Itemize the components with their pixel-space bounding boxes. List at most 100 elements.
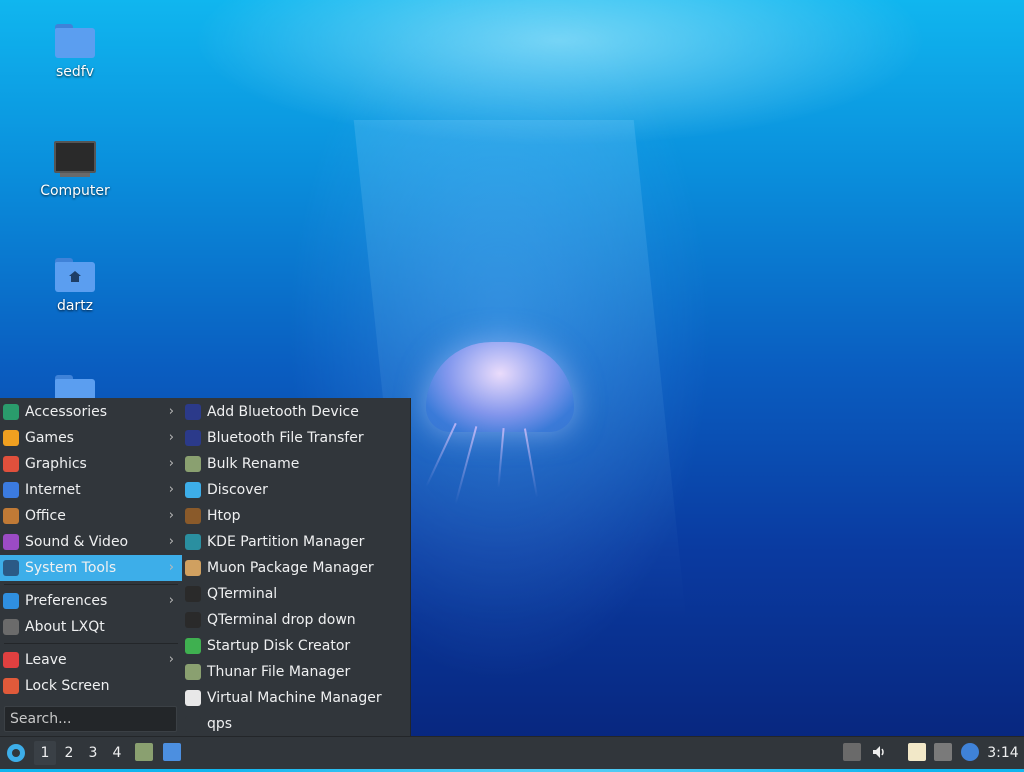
desktop-switch-1[interactable]: 1: [34, 741, 56, 765]
menu-item-label: Sound & Video: [25, 534, 129, 550]
partition-icon: [185, 534, 201, 550]
chevron-right-icon: ›: [168, 482, 174, 497]
clock[interactable]: 3:14: [984, 741, 1022, 765]
submenu-item-label: Virtual Machine Manager: [207, 690, 382, 706]
menu-item-sound-video[interactable]: Sound & Video ›: [0, 529, 182, 555]
menu-item-label: Internet: [25, 482, 81, 498]
chevron-right-icon: ›: [168, 652, 174, 667]
chevron-right-icon: ›: [168, 534, 174, 549]
menu-item-office[interactable]: Office ›: [0, 503, 182, 529]
network-icon[interactable]: [934, 743, 952, 761]
discover-icon: [185, 482, 201, 498]
file-manager-icon: [185, 664, 201, 680]
chevron-right-icon: ›: [168, 593, 174, 608]
volume-icon[interactable]: [871, 743, 889, 761]
file-manager-icon[interactable]: [135, 743, 153, 761]
preferences-icon: [3, 593, 19, 609]
search-input[interactable]: Search...: [4, 706, 177, 732]
submenu-item-virtual-machine-manager[interactable]: Virtual Machine Manager: [182, 685, 410, 711]
desktop-switch-2[interactable]: 2: [58, 741, 80, 765]
desktop-icon-label: dartz: [56, 298, 94, 314]
chevron-right-icon: ›: [168, 560, 174, 575]
menu-item-label: Lock Screen: [25, 678, 110, 694]
bluetooth-icon: [185, 404, 201, 420]
desktop-icon-label: sedfv: [55, 64, 94, 80]
system-tools-submenu: Add Bluetooth Device Bluetooth File Trans…: [182, 398, 411, 736]
desktop-icon-sedfv[interactable]: sedfv: [25, 24, 125, 80]
submenu-item-label: Add Bluetooth Device: [207, 404, 359, 420]
submenu-item-qterminal[interactable]: QTerminal: [182, 581, 410, 607]
clipboard-icon[interactable]: [908, 743, 926, 761]
submenu-item-label: Bulk Rename: [207, 456, 300, 472]
vm-icon: [185, 690, 201, 706]
menu-item-graphics[interactable]: Graphics ›: [0, 451, 182, 477]
menu-item-label: System Tools: [25, 560, 117, 576]
menu-item-label: Office: [25, 508, 66, 524]
submenu-item-label: QTerminal: [207, 586, 278, 602]
desktop-switch-3[interactable]: 3: [82, 741, 104, 765]
menu-item-leave[interactable]: Leave ›: [0, 647, 182, 673]
desktop-icon-dartz[interactable]: dartz: [25, 258, 125, 314]
submenu-item-label: Muon Package Manager: [207, 560, 374, 576]
package-icon: [185, 560, 201, 576]
menu-item-system-tools[interactable]: System Tools ›: [0, 555, 182, 581]
submenu-item-label: Bluetooth File Transfer: [207, 430, 364, 446]
submenu-item-label: Htop: [207, 508, 241, 524]
internet-icon: [3, 482, 19, 498]
menu-separator: [4, 584, 178, 585]
desktop-icon-computer[interactable]: Computer: [25, 141, 125, 199]
submenu-item-qterminal-drop-down[interactable]: QTerminal drop down: [182, 607, 410, 633]
eject-icon[interactable]: [843, 743, 861, 761]
folder-icon: [55, 24, 95, 58]
games-icon: [3, 430, 19, 446]
submenu-item-discover[interactable]: Discover: [182, 477, 410, 503]
bulk-rename-icon: [185, 456, 201, 472]
menu-item-about-lxqt[interactable]: About LXQt: [0, 614, 182, 640]
power-icon: [3, 652, 19, 668]
submenu-item-label: Discover: [207, 482, 268, 498]
submenu-item-kde-partition-manager[interactable]: KDE Partition Manager: [182, 529, 410, 555]
submenu-item-bulk-rename[interactable]: Bulk Rename: [182, 451, 410, 477]
submenu-item-bluetooth-file-transfer[interactable]: Bluetooth File Transfer: [182, 425, 410, 451]
chevron-right-icon: ›: [168, 404, 174, 419]
menu-item-label: Games: [25, 430, 74, 446]
chevron-right-icon: ›: [168, 508, 174, 523]
submenu-item-label: Thunar File Manager: [207, 664, 351, 680]
menu-separator: [4, 643, 178, 644]
menu-item-label: Accessories: [25, 404, 108, 420]
bluetooth-icon: [185, 430, 201, 446]
menu-item-games[interactable]: Games ›: [0, 425, 182, 451]
desktop-switch-4[interactable]: 4: [106, 741, 128, 765]
sound-video-icon: [3, 534, 19, 550]
home-folder-icon: [55, 258, 95, 292]
update-notifier-icon[interactable]: [961, 743, 979, 761]
menu-item-label: Preferences: [25, 593, 108, 609]
submenu-item-label: KDE Partition Manager: [207, 534, 365, 550]
desktop-icon-label: Computer: [40, 183, 110, 199]
submenu-item-thunar-file-manager[interactable]: Thunar File Manager: [182, 659, 410, 685]
menu-item-accessories[interactable]: Accessories ›: [0, 399, 182, 425]
submenu-item-muon-package-manager[interactable]: Muon Package Manager: [182, 555, 410, 581]
startup-disk-icon: [185, 638, 201, 654]
lxqt-logo-icon[interactable]: [4, 741, 28, 765]
start-menu: Accessories › Games › Graphics › Internet › Offi…: [0, 398, 183, 736]
accessories-icon: [3, 404, 19, 420]
show-desktop-icon[interactable]: [163, 743, 181, 761]
menu-item-label: Leave: [25, 652, 67, 668]
submenu-item-label: Startup Disk Creator: [207, 638, 351, 654]
menu-item-internet[interactable]: Internet ›: [0, 477, 182, 503]
terminal-icon: [185, 612, 201, 628]
submenu-item-htop[interactable]: Htop: [182, 503, 410, 529]
info-icon: [3, 619, 19, 635]
menu-item-lock-screen[interactable]: Lock Screen: [0, 673, 182, 699]
menu-item-label: Graphics: [25, 456, 87, 472]
graphics-icon: [3, 456, 19, 472]
system-tools-icon: [3, 560, 19, 576]
submenu-item-qps[interactable]: qps: [182, 711, 410, 737]
submenu-item-startup-disk-creator[interactable]: Startup Disk Creator: [182, 633, 410, 659]
submenu-item-add-bluetooth-device[interactable]: Add Bluetooth Device: [182, 399, 410, 425]
lock-icon: [3, 678, 19, 694]
chevron-right-icon: ›: [168, 430, 174, 445]
htop-icon: [185, 508, 201, 524]
menu-item-preferences[interactable]: Preferences ›: [0, 588, 182, 614]
